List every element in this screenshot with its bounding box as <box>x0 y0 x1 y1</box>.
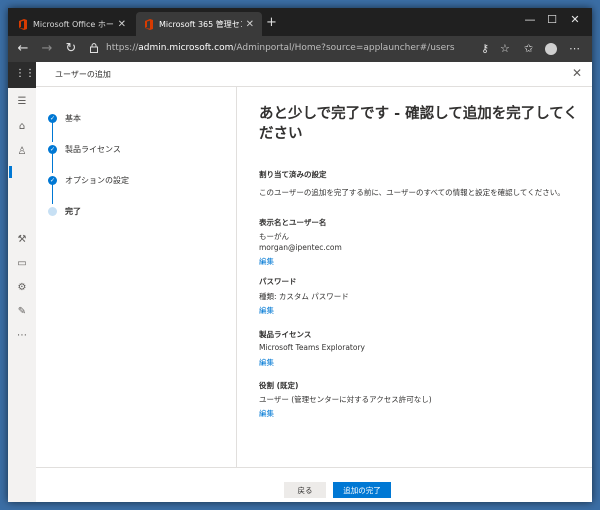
assigned-settings-description: このユーザーの追加を完了する前に、ユーザーのすべての情報と設定を確認してください… <box>259 188 565 197</box>
edit-licenses-link[interactable]: 編集 <box>259 357 274 368</box>
office-logo-icon <box>19 18 27 30</box>
panel-header: ユーザーの追加 ✕ <box>36 62 592 87</box>
step-optional-settings[interactable]: ✓ オプションの設定 <box>48 175 129 186</box>
menu-icon[interactable]: ☰ <box>15 96 29 107</box>
active-nav-indicator <box>9 166 12 178</box>
section-title-display-name: 表示名とユーザー名 <box>259 218 327 227</box>
wrench-icon[interactable]: ⚙ <box>15 282 29 293</box>
home-icon[interactable]: ⌂ <box>15 121 29 132</box>
edit-roles-link[interactable]: 編集 <box>259 408 274 419</box>
password-type-value: 種類: カスタム パスワード <box>259 292 349 301</box>
step-label: オプションの設定 <box>65 176 129 185</box>
license-value: Microsoft Teams Exploratory <box>259 343 365 352</box>
maximize-button[interactable]: ☐ <box>542 13 562 26</box>
section-title-password: パスワード <box>259 277 297 286</box>
assigned-settings-title: 割り当て済みの設定 <box>259 170 327 179</box>
step-finish: 完了 <box>48 206 81 217</box>
tab-admin-center[interactable]: Microsoft 365 管理センター - Acti ✕ <box>136 12 262 36</box>
tab-office-home[interactable]: Microsoft Office ホーム ✕ <box>10 12 134 36</box>
edit-display-name-link[interactable]: 編集 <box>259 256 274 267</box>
back-arrow-icon[interactable]: ← <box>14 41 32 56</box>
key-icon[interactable]: ⚷ <box>481 42 489 55</box>
favorite-star-icon[interactable]: ☆ <box>500 42 510 55</box>
app-launcher-area: ⋮⋮ <box>8 62 36 88</box>
favorites-bar-icon[interactable]: ✩ <box>524 42 533 55</box>
office-logo-icon <box>145 18 153 30</box>
tools-icon[interactable]: ⚒ <box>15 234 29 245</box>
lock-icon <box>90 43 98 53</box>
more-menu-icon[interactable]: ⋯ <box>569 42 580 55</box>
display-name-value: もーがん <box>259 232 289 241</box>
section-title-licenses: 製品ライセンス <box>259 330 312 339</box>
pending-step-icon <box>48 207 57 216</box>
step-product-licenses[interactable]: ✓ 製品ライセンス <box>48 144 121 155</box>
close-window-button[interactable]: ✕ <box>565 13 585 26</box>
billing-icon[interactable]: ▭ <box>15 258 29 269</box>
tab-title: Microsoft 365 管理センター - Acti <box>159 19 242 29</box>
refresh-icon[interactable]: ↻ <box>62 41 80 56</box>
panel-footer: 戻る 追加の完了 <box>36 467 592 503</box>
step-label: 製品ライセンス <box>65 145 121 154</box>
wizard-steps: ✓ 基本 ✓ 製品ライセンス ✓ オプションの設定 完了 <box>36 87 237 467</box>
check-icon: ✓ <box>48 145 57 154</box>
check-icon: ✓ <box>48 114 57 123</box>
step-basics[interactable]: ✓ 基本 <box>48 113 81 124</box>
add-user-panel: ユーザーの追加 ✕ ✓ 基本 ✓ 製品ライセンス ✓ オプションの設定 完了 あ… <box>36 62 592 502</box>
page-title: あと少しで完了です - 確認して追加を完了してください <box>259 106 578 142</box>
url-prefix: https:// <box>106 43 139 53</box>
step-label: 基本 <box>65 114 81 123</box>
check-icon: ✓ <box>48 176 57 185</box>
section-title-roles: 役割 (既定) <box>259 381 299 390</box>
app-launcher-icon[interactable]: ⋮⋮ <box>15 68 35 79</box>
panel-title: ユーザーの追加 <box>55 70 111 79</box>
finish-adding-button[interactable]: 追加の完了 <box>333 482 391 498</box>
panel-close-icon[interactable]: ✕ <box>572 66 582 80</box>
tab-close-icon[interactable]: ✕ <box>118 19 126 30</box>
tab-title: Microsoft Office ホーム <box>33 19 114 29</box>
address-input[interactable]: https://admin.microsoft.com/Adminportal/… <box>106 43 455 53</box>
back-button[interactable]: 戻る <box>284 482 326 498</box>
tab-close-icon[interactable]: ✕ <box>246 19 254 30</box>
user-icon[interactable]: ♙ <box>15 146 29 157</box>
step-label: 完了 <box>65 207 81 216</box>
username-value: morgan@ipentec.com <box>259 243 342 252</box>
browser-window: Microsoft Office ホーム ✕ Microsoft 365 管理セ… <box>8 8 592 502</box>
role-value: ユーザー (管理センターに対するアクセス許可なし) <box>259 395 432 404</box>
edit-password-link[interactable]: 編集 <box>259 305 274 316</box>
address-bar-row: ← → ↻ https://admin.microsoft.com/Adminp… <box>8 36 592 62</box>
url-host: admin.microsoft.com <box>138 43 234 53</box>
profile-avatar[interactable] <box>545 43 557 55</box>
minimize-button[interactable]: — <box>520 13 540 26</box>
url-path: /Adminportal/Home?source=applauncher#/us… <box>233 43 455 53</box>
pencil-icon[interactable]: ✎ <box>15 306 29 317</box>
more-icon[interactable]: ⋯ <box>15 330 29 341</box>
forward-arrow-icon[interactable]: → <box>38 41 56 56</box>
new-tab-button[interactable]: + <box>266 15 277 30</box>
tab-strip: Microsoft Office ホーム ✕ Microsoft 365 管理セ… <box>8 8 592 36</box>
